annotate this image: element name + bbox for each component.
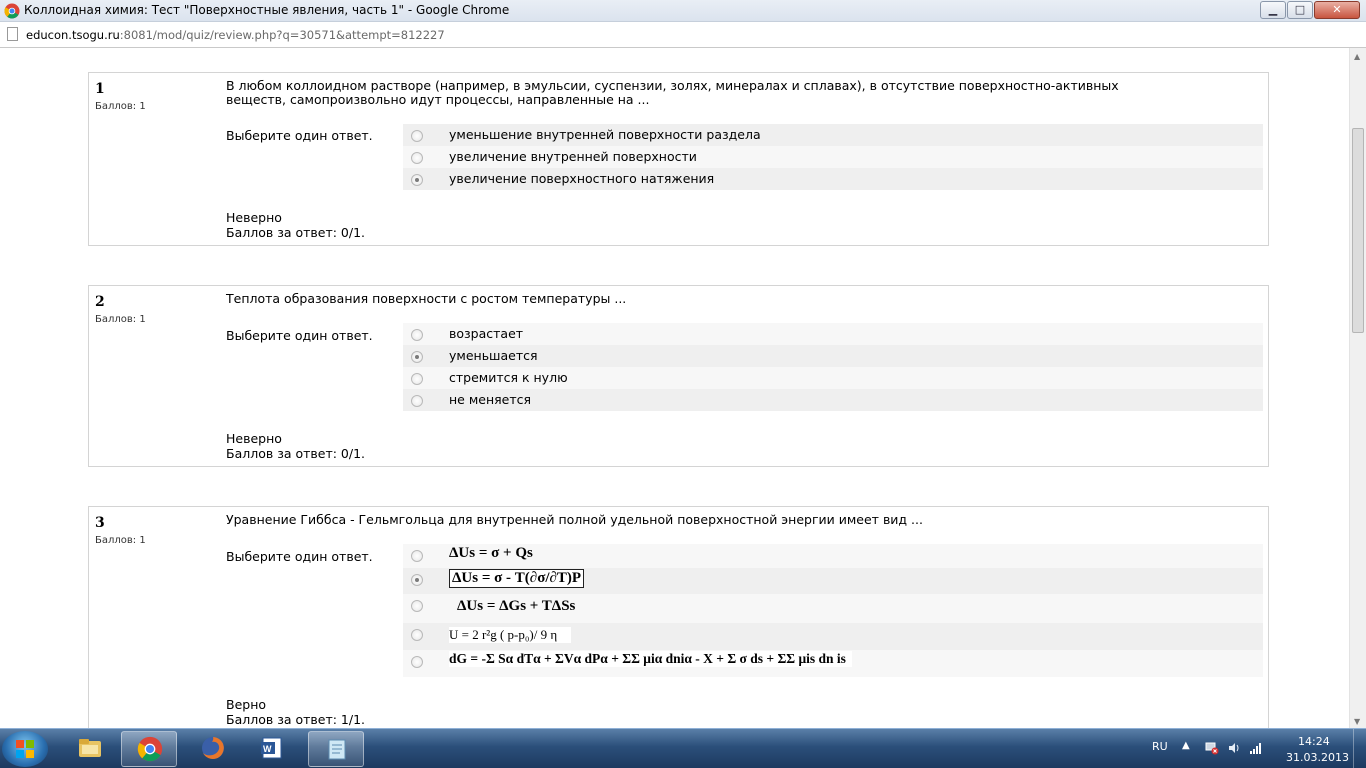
- svg-text:W: W: [263, 744, 272, 754]
- network-error-icon[interactable]: [1205, 741, 1219, 755]
- radio-button[interactable]: [411, 329, 423, 341]
- radio-button[interactable]: [411, 656, 423, 668]
- answer-list: ΔUs = σ + Qs ΔUs = σ - T(∂σ/∂T)P ΔUs = Δ…: [403, 544, 1263, 677]
- answer-label[interactable]: возрастает: [449, 326, 523, 341]
- answer-formula[interactable]: ΔUs = σ + Qs: [449, 545, 533, 562]
- scroll-up-icon[interactable]: ▲: [1354, 52, 1360, 61]
- radio-button[interactable]: [411, 550, 423, 562]
- url-path: :8081/mod/quiz/review.php?q=30571&attemp…: [119, 28, 445, 42]
- answer-option[interactable]: возрастает: [403, 323, 1263, 345]
- question-marks: Баллов: 1: [95, 314, 146, 325]
- scrollbar-thumb[interactable]: [1352, 128, 1364, 333]
- radio-button[interactable]: [411, 395, 423, 407]
- clock-time[interactable]: 14:24: [1298, 735, 1330, 748]
- radio-button[interactable]: [411, 373, 423, 385]
- feedback-score: Баллов за ответ: 0/1.: [226, 446, 366, 461]
- taskbar-chrome[interactable]: [121, 731, 177, 767]
- answer-formula[interactable]: ΔUs = σ - T(∂σ/∂T)P: [449, 569, 585, 588]
- answer-list: уменьшение внутренней поверхности раздел…: [403, 124, 1263, 190]
- taskbar-word[interactable]: W: [244, 731, 300, 767]
- answer-formula[interactable]: U = 2 r²g ( p-p₀)/ 9 η: [449, 627, 572, 643]
- tray-expand-icon[interactable]: ▲: [1182, 740, 1190, 751]
- taskbar-explorer[interactable]: [62, 731, 118, 767]
- question-text: Уравнение Гиббса - Гельмгольца для внутр…: [226, 512, 923, 527]
- question-marks: Баллов: 1: [95, 535, 146, 546]
- answer-label[interactable]: уменьшается: [449, 348, 538, 363]
- signal-strength-icon[interactable]: [1249, 741, 1263, 755]
- maximize-button[interactable]: □: [1287, 1, 1313, 19]
- window-title: Коллоидная химия: Тест "Поверхностные яв…: [24, 3, 510, 17]
- answer-option[interactable]: уменьшение внутренней поверхности раздел…: [403, 124, 1263, 146]
- address-bar[interactable]: educon.tsogu.ru:8081/mod/quiz/review.php…: [0, 22, 1366, 48]
- window-titlebar[interactable]: Коллоидная химия: Тест "Поверхностные яв…: [0, 0, 1366, 22]
- notepad-icon: [328, 739, 346, 760]
- radio-button-selected[interactable]: [411, 351, 423, 363]
- speaker-icon[interactable]: [1227, 741, 1241, 755]
- system-tray: RU ▲ 14:24 31.03.2013: [1140, 729, 1366, 768]
- url-host: educon.tsogu.ru: [26, 28, 120, 42]
- feedback-status: Верно: [226, 697, 267, 712]
- radio-button[interactable]: [411, 130, 423, 142]
- radio-button[interactable]: [411, 152, 423, 164]
- feedback-score: Баллов за ответ: 0/1.: [226, 225, 366, 240]
- question-number: 2: [95, 294, 105, 310]
- radio-button-selected[interactable]: [411, 574, 423, 586]
- start-button[interactable]: [2, 731, 48, 767]
- answer-option[interactable]: увеличение внутренней поверхности: [403, 146, 1263, 168]
- question-number: 1: [95, 81, 105, 97]
- clock-date[interactable]: 31.03.2013: [1286, 751, 1349, 764]
- answer-formula[interactable]: dG = -Σ Sα dTα + ΣVα dPα + ΣΣ μiα dniα -…: [449, 651, 852, 667]
- answer-option[interactable]: ΔUs = σ + Qs: [403, 544, 1263, 568]
- answer-prompt: Выберите один ответ.: [226, 328, 373, 343]
- chrome-icon: [4, 3, 20, 19]
- minimize-button[interactable]: ▁: [1260, 1, 1286, 19]
- answer-label[interactable]: увеличение поверхностного натяжения: [449, 171, 714, 186]
- windows-logo-icon: [16, 740, 34, 758]
- firefox-icon: [202, 737, 224, 759]
- page-icon: [7, 27, 18, 41]
- answer-option[interactable]: увеличение поверхностного натяжения: [403, 168, 1263, 190]
- close-button[interactable]: ✕: [1314, 1, 1360, 19]
- folder-icon: [79, 739, 101, 757]
- feedback-score: Баллов за ответ: 1/1.: [226, 712, 366, 727]
- question-text: Теплота образования поверхности с ростом…: [226, 291, 627, 306]
- answer-option[interactable]: ΔUs = ΔGs + TΔSs: [403, 594, 1263, 623]
- show-desktop-button[interactable]: [1353, 729, 1366, 768]
- url-text[interactable]: educon.tsogu.ru:8081/mod/quiz/review.php…: [26, 28, 445, 42]
- answer-label[interactable]: стремится к нулю: [449, 370, 568, 385]
- answer-label[interactable]: не меняется: [449, 392, 531, 407]
- answer-option[interactable]: не меняется: [403, 389, 1263, 411]
- taskbar: W RU ▲ 14:24 31.03.2013: [0, 728, 1366, 768]
- question-number: 3: [95, 515, 105, 531]
- word-icon: W: [261, 737, 282, 759]
- radio-button[interactable]: [411, 600, 423, 612]
- chrome-icon: [137, 736, 163, 762]
- taskbar-notepad[interactable]: [308, 731, 364, 767]
- answer-option[interactable]: стремится к нулю: [403, 367, 1263, 389]
- feedback-status: Неверно: [226, 210, 282, 225]
- question-3: 3 Баллов: 1 Уравнение Гиббса - Гельмголь…: [88, 506, 1269, 728]
- answer-option[interactable]: U = 2 r²g ( p-p₀)/ 9 η: [403, 623, 1263, 650]
- feedback-status: Неверно: [226, 431, 282, 446]
- answer-label[interactable]: уменьшение внутренней поверхности раздел…: [449, 127, 761, 142]
- scroll-down-icon[interactable]: ▼: [1354, 717, 1360, 726]
- radio-button-selected[interactable]: [411, 174, 423, 186]
- question-1: 1 Баллов: 1 В любом коллоидном растворе …: [88, 72, 1269, 246]
- radio-button[interactable]: [411, 629, 423, 641]
- answer-prompt: Выберите один ответ.: [226, 128, 373, 143]
- question-marks: Баллов: 1: [95, 101, 146, 112]
- taskbar-firefox[interactable]: [185, 731, 241, 767]
- answer-prompt: Выберите один ответ.: [226, 549, 373, 564]
- answer-option[interactable]: уменьшается: [403, 345, 1263, 367]
- answer-option[interactable]: ΔUs = σ - T(∂σ/∂T)P: [403, 568, 1263, 594]
- language-indicator[interactable]: RU: [1152, 740, 1168, 753]
- vertical-scrollbar[interactable]: ▲ ▼: [1349, 48, 1366, 728]
- page-content[interactable]: 1 Баллов: 1 В любом коллоидном растворе …: [0, 48, 1349, 728]
- answer-formula[interactable]: ΔUs = ΔGs + TΔSs: [457, 598, 575, 615]
- question-2: 2 Баллов: 1 Теплота образования поверхно…: [88, 285, 1269, 467]
- answer-label[interactable]: увеличение внутренней поверхности: [449, 149, 697, 164]
- answer-option[interactable]: dG = -Σ Sα dTα + ΣVα dPα + ΣΣ μiα dniα -…: [403, 650, 1263, 677]
- answer-list: возрастает уменьшается стремится к нулю …: [403, 323, 1263, 411]
- question-text: В любом коллоидном растворе (например, в…: [226, 78, 1119, 107]
